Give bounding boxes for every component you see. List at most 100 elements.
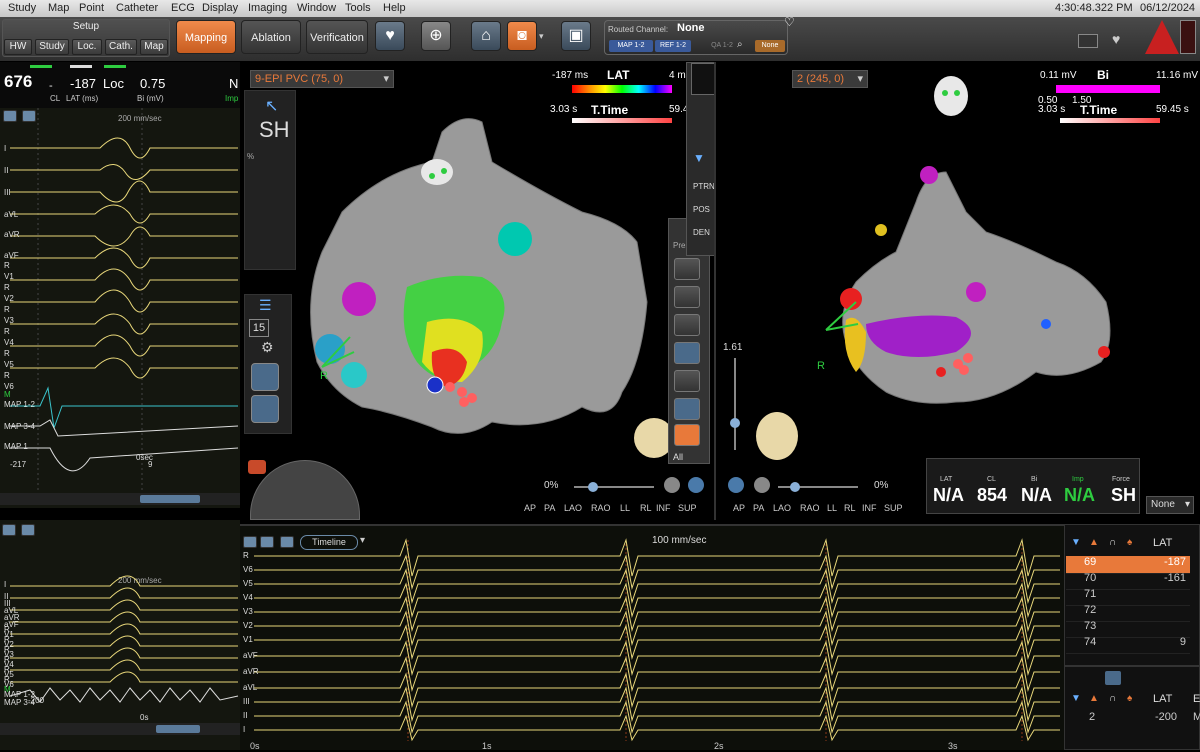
- heart-orientation-icon[interactable]: [756, 412, 798, 460]
- cl-label: CL: [50, 94, 61, 103]
- clock-time: 4:30:48.322 PM: [1055, 2, 1133, 14]
- view-inf[interactable]: INF: [656, 503, 671, 513]
- slider-thumb[interactable]: [790, 482, 800, 492]
- row-id: 70: [1084, 572, 1097, 584]
- tab-loc[interactable]: Loc.: [72, 39, 102, 55]
- heart-plus-icon: ♥: [385, 27, 395, 44]
- cl-value: 676: [4, 72, 33, 91]
- menu-ecg[interactable]: ECG: [171, 2, 195, 14]
- slider-thumb[interactable]: [588, 482, 598, 492]
- lat-column-header[interactable]: LAT: [1153, 537, 1172, 549]
- filter-icon[interactable]: ▼: [1071, 693, 1081, 704]
- bs-target-button[interactable]: ⊕: [421, 21, 451, 51]
- extra-value: N: [229, 76, 239, 91]
- e-column-header[interactable]: E: [1193, 693, 1200, 705]
- chip-none[interactable]: None: [755, 40, 785, 52]
- tab-study[interactable]: Study: [35, 39, 69, 55]
- menu-display[interactable]: Display: [202, 2, 238, 14]
- sort-icon[interactable]: ▲: [1089, 537, 1099, 548]
- heartbeat-icon[interactable]: ♥: [1112, 31, 1120, 47]
- menu-help[interactable]: Help: [383, 2, 406, 14]
- vertical-slider[interactable]: [730, 358, 740, 450]
- lead-label: R: [4, 371, 10, 380]
- catheter-icon[interactable]: ∩: [1109, 537, 1116, 548]
- scroll-thumb[interactable]: [140, 495, 200, 503]
- screens-button[interactable]: ▣: [561, 21, 591, 51]
- tab-hw[interactable]: HW: [4, 39, 32, 55]
- alert-icon[interactable]: [1145, 20, 1179, 54]
- view-rao[interactable]: RAO: [800, 503, 820, 513]
- view-rao[interactable]: RAO: [591, 503, 611, 513]
- catheter-icon[interactable]: ∩: [1109, 693, 1116, 704]
- view-ll[interactable]: LL: [620, 503, 630, 513]
- preset-6[interactable]: [674, 398, 700, 420]
- ecg-top-scrollbar[interactable]: [0, 493, 240, 505]
- chevron-down-icon[interactable]: ▾: [539, 31, 544, 42]
- view-rl[interactable]: RL: [640, 503, 652, 513]
- opacity-slider-right[interactable]: [778, 482, 858, 492]
- menu-catheter[interactable]: Catheter: [116, 2, 158, 14]
- scroll-thumb[interactable]: [156, 725, 200, 733]
- menu-window[interactable]: Window: [297, 2, 336, 14]
- view-ap[interactable]: AP: [524, 503, 536, 513]
- row-id: 72: [1084, 604, 1097, 616]
- cube-icon[interactable]: [1105, 671, 1121, 685]
- sphere-icon[interactable]: [754, 477, 770, 493]
- monitor-icon[interactable]: [1078, 34, 1098, 48]
- preset-3[interactable]: [674, 314, 700, 336]
- chip-qa12[interactable]: QA 1-2: [707, 40, 737, 52]
- bi-label: Bi (mV): [137, 94, 164, 103]
- tab-map[interactable]: Map: [140, 39, 168, 55]
- sphere-icon[interactable]: [664, 477, 680, 493]
- ablation-button[interactable]: Ablation: [241, 20, 301, 54]
- lat-column-header[interactable]: LAT: [1153, 693, 1172, 705]
- tag-icon[interactable]: ♠: [1127, 537, 1132, 548]
- view-sup[interactable]: SUP: [678, 503, 697, 513]
- preset-7[interactable]: [674, 424, 700, 446]
- preset-5[interactable]: [674, 370, 700, 392]
- view-pa[interactable]: PA: [753, 503, 764, 513]
- lead-label: R: [4, 349, 10, 358]
- mapping-button[interactable]: Mapping: [176, 20, 236, 54]
- routed-value: None: [677, 22, 705, 34]
- filter-icon[interactable]: ▼: [693, 151, 705, 165]
- verification-button[interactable]: Verification: [306, 20, 368, 54]
- compass-icon[interactable]: [728, 477, 744, 493]
- none-select-label: None: [1151, 499, 1175, 510]
- menu-map[interactable]: Map: [48, 2, 69, 14]
- view-sup[interactable]: SUP: [884, 503, 903, 513]
- view-ap[interactable]: AP: [733, 503, 745, 513]
- menu-imaging[interactable]: Imaging: [248, 2, 287, 14]
- camera-button[interactable]: ◙: [507, 21, 537, 51]
- chip-ref12[interactable]: REF 1-2: [655, 40, 691, 52]
- filter-icon[interactable]: ▼: [1071, 537, 1081, 548]
- view-rl[interactable]: RL: [844, 503, 856, 513]
- preset-1[interactable]: [674, 258, 700, 280]
- view-inf[interactable]: INF: [862, 503, 877, 513]
- view-lao[interactable]: LAO: [773, 503, 791, 513]
- shell-button[interactable]: ⌂: [471, 21, 501, 51]
- chip-map12[interactable]: MAP 1-2: [609, 40, 653, 52]
- preset-2[interactable]: [674, 286, 700, 308]
- search-icon[interactable]: ⌕: [737, 39, 743, 50]
- sort-icon[interactable]: ▲: [1089, 693, 1099, 704]
- view-lao[interactable]: LAO: [564, 503, 582, 513]
- menu-study[interactable]: Study: [8, 2, 36, 14]
- menu-tools[interactable]: Tools: [345, 2, 371, 14]
- tag-icon[interactable]: ♠: [1127, 693, 1132, 704]
- ecg-mid-scrollbar[interactable]: [0, 723, 240, 735]
- none-select[interactable]: None ▾: [1146, 496, 1194, 514]
- menu-point[interactable]: Point: [79, 2, 104, 14]
- lead-label: V5: [4, 360, 14, 369]
- tab-cath[interactable]: Cath.: [105, 39, 137, 55]
- add-heart-button[interactable]: ♥: [375, 21, 405, 51]
- view-pa[interactable]: PA: [544, 503, 555, 513]
- scale-value: 1.61: [723, 342, 743, 353]
- slider-thumb[interactable]: [730, 418, 740, 428]
- view-ll[interactable]: LL: [827, 503, 837, 513]
- table-row[interactable]: 74 9: [1066, 636, 1190, 654]
- presets-all[interactable]: All: [673, 452, 683, 462]
- preset-4[interactable]: [674, 342, 700, 364]
- opacity-slider[interactable]: [574, 482, 654, 492]
- compass-icon[interactable]: [688, 477, 704, 493]
